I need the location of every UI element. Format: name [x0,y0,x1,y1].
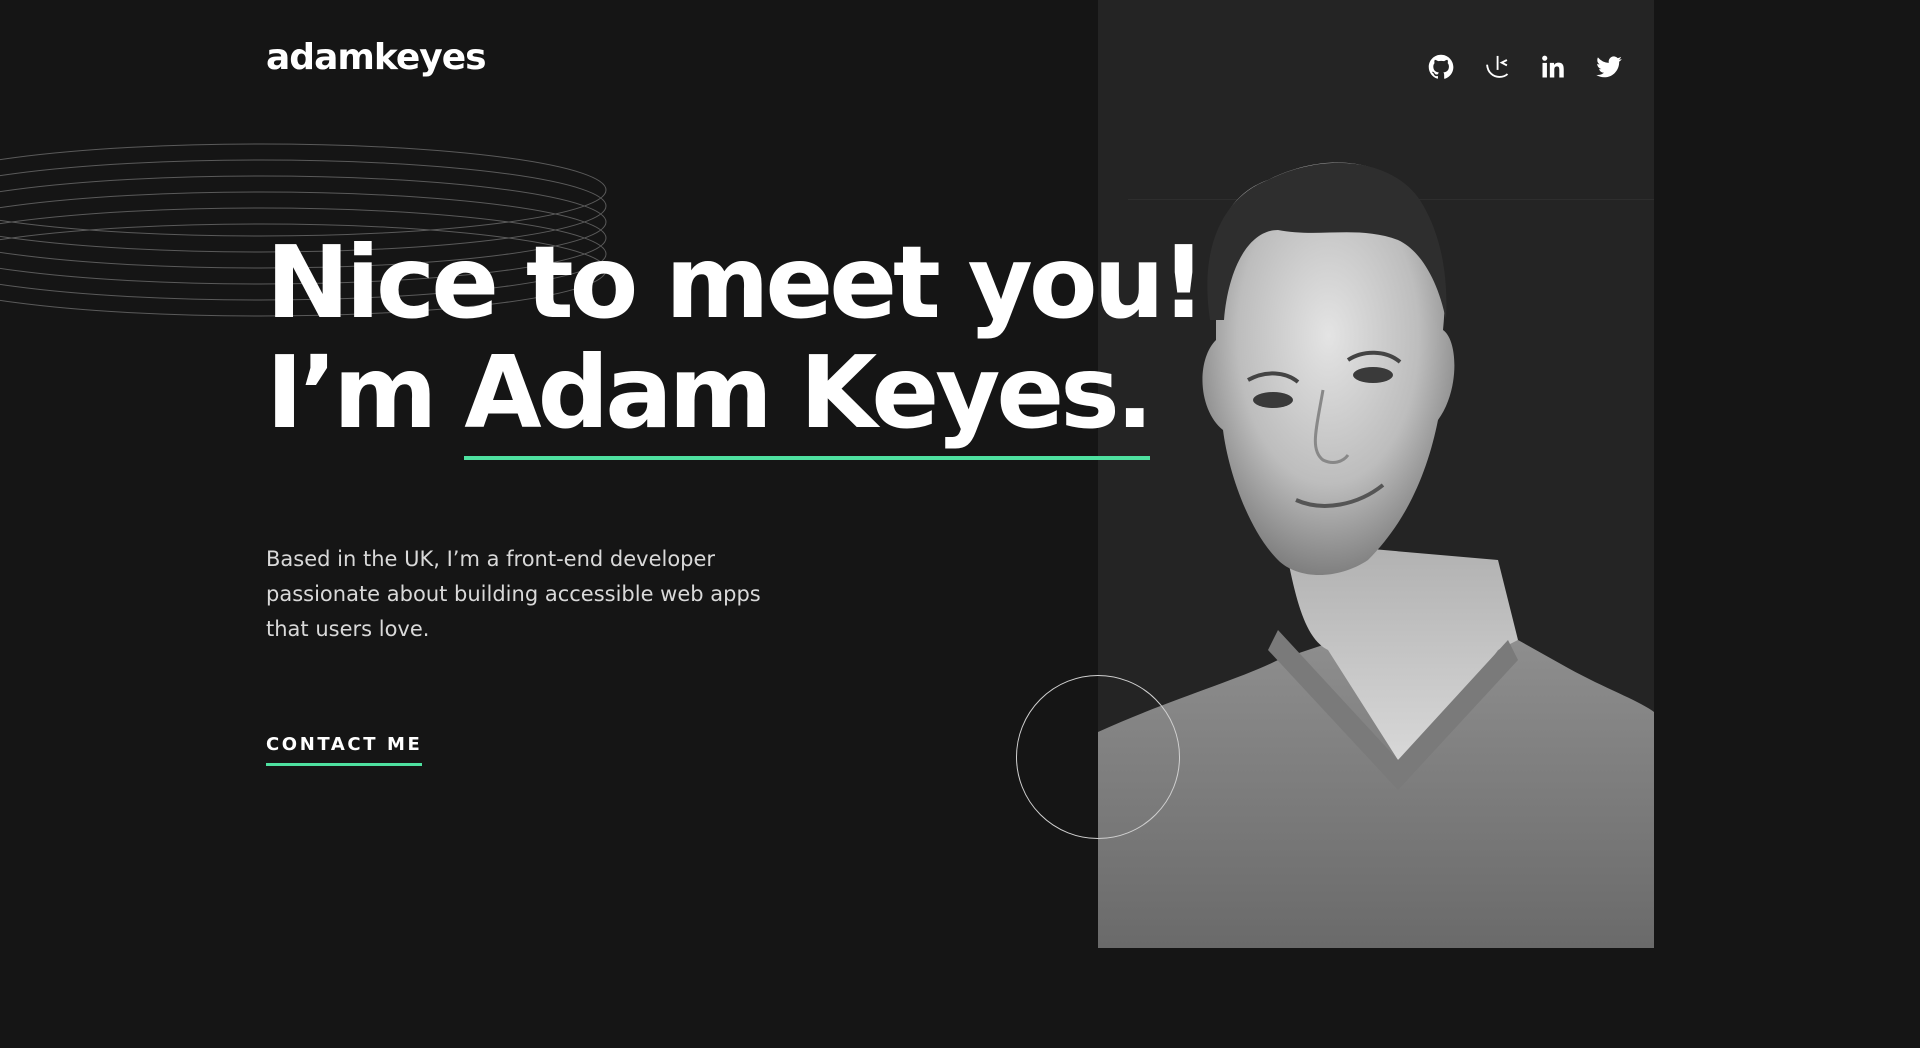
github-icon [1428,54,1454,79]
hero-heading-line1: Nice to meet you! [266,224,1206,341]
profile-photo [1098,162,1654,948]
linkedin-link[interactable] [1538,52,1568,82]
circle-decoration [1016,675,1180,839]
page: adamkeyes Nice to meet you! I’m Adam Key… [0,0,1920,1048]
frontend-mentor-link[interactable] [1482,52,1512,82]
twitter-link[interactable] [1594,52,1624,82]
linkedin-icon [1542,55,1564,78]
logo[interactable]: adamkeyes [266,36,487,80]
github-link[interactable] [1426,52,1456,82]
social-links [1426,52,1624,82]
frontend-mentor-icon [1486,55,1509,78]
profile-photo-panel [1098,0,1654,948]
hero-name: Adam Keyes. [464,334,1154,460]
twitter-icon [1596,56,1622,78]
hero-heading: Nice to meet you! I’m Adam Keyes. [266,224,1206,460]
hero-heading-line2: I’m Adam Keyes. [266,334,1202,460]
hero-heading-prefix: I’m [266,334,465,451]
intro-text: Based in the UK, I’m a front-end develop… [266,547,761,641]
contact-me-button[interactable]: CONTACT ME [266,734,423,766]
